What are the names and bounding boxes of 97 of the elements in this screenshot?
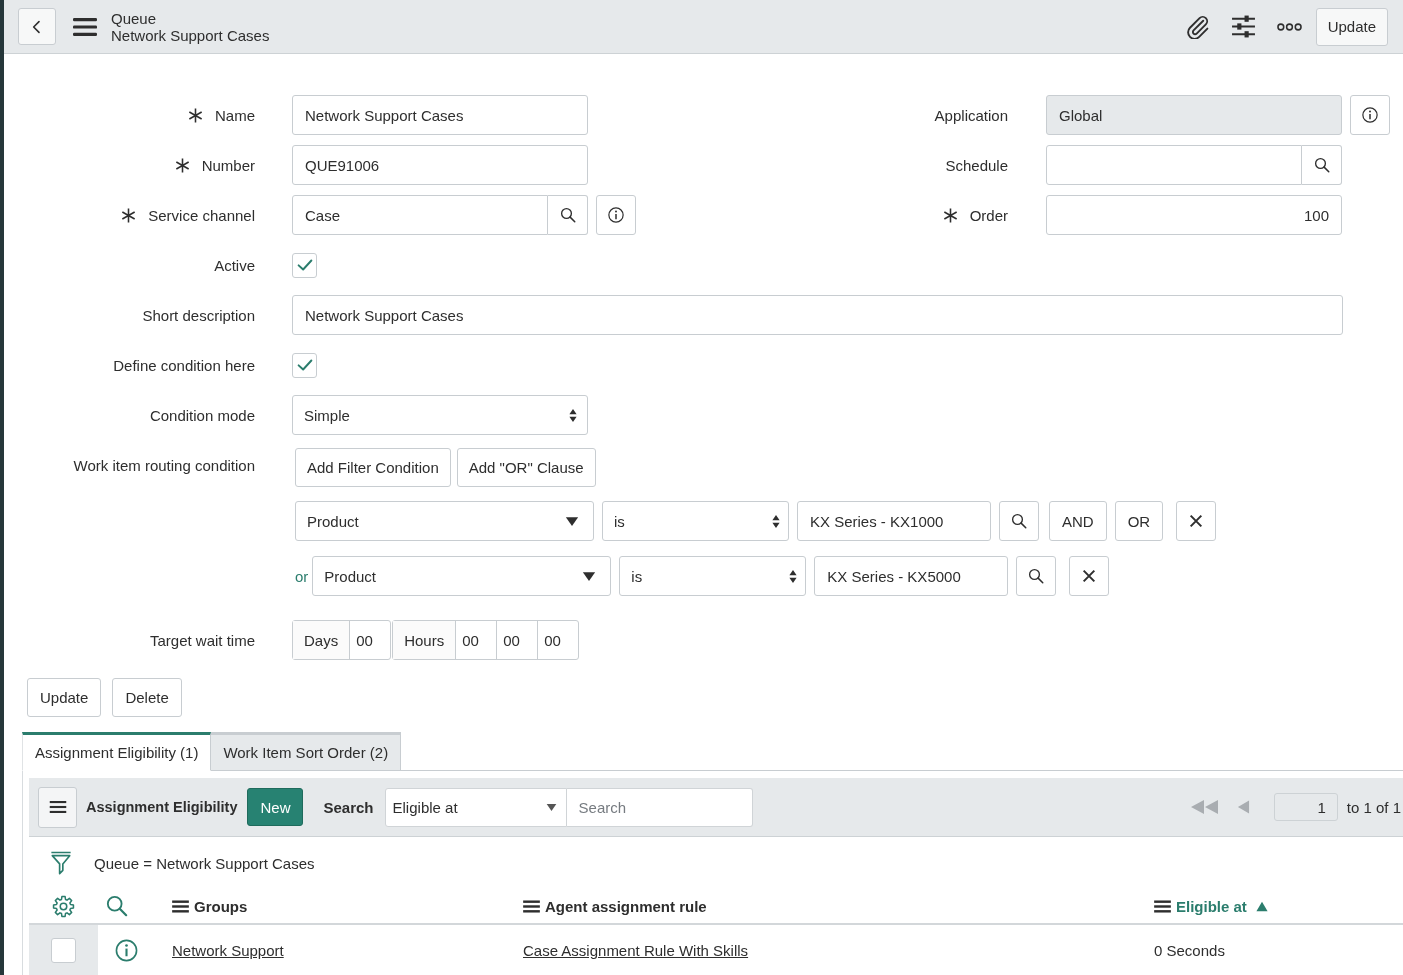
column-header[interactable]: Eligible at: [1154, 897, 1268, 915]
table-link[interactable]: Network Support: [172, 941, 284, 959]
search-label: Search: [323, 798, 374, 816]
search-button[interactable]: [1302, 145, 1342, 185]
table-cell: 0 Seconds: [1154, 941, 1225, 959]
field-label: Service channel: [148, 206, 255, 224]
list-title: Assignment Eligibility: [86, 799, 238, 815]
checkbox[interactable]: [51, 937, 76, 963]
remove-condition-button[interactable]: [1069, 556, 1110, 596]
table-link[interactable]: Case Assignment Rule With Skills: [523, 941, 749, 959]
field-label: Name: [215, 106, 255, 124]
sort-ascending-icon: [1255, 900, 1268, 912]
info-icon[interactable]: [115, 938, 138, 962]
settings-icon[interactable]: [52, 894, 75, 918]
connector-label: or: [295, 567, 309, 585]
unit-label: Days: [293, 621, 350, 659]
value-field[interactable]: KX Series - KX1000: [797, 501, 991, 541]
time-field[interactable]: 00: [496, 621, 538, 659]
record-title-label: Network Support Cases: [111, 26, 270, 44]
search-icon: [558, 206, 577, 224]
text-field[interactable]: Network Support Cases: [292, 295, 1343, 335]
filter-breadcrumb[interactable]: Queue = Network Support Cases: [94, 854, 315, 872]
filter-action-button[interactable]: Add "OR" Clause: [456, 448, 596, 487]
time-field[interactable]: 00: [537, 621, 579, 659]
field-label: Application: [934, 106, 1008, 124]
search-icon: [1312, 156, 1331, 174]
search-icon[interactable]: [106, 895, 128, 917]
select-field[interactable]: Simple: [292, 395, 588, 435]
updown-caret-icon: [569, 407, 577, 423]
condition-field-select[interactable]: Product: [295, 501, 594, 541]
tab[interactable]: Assignment Eligibility (1): [22, 732, 212, 771]
remove-condition-button[interactable]: [1176, 501, 1217, 541]
field-label: Short description: [142, 306, 255, 324]
unit-label: Hours: [393, 621, 456, 659]
caret-down-icon: [565, 515, 579, 527]
operator-select[interactable]: is: [602, 501, 789, 541]
tab[interactable]: Work Item Sort Order (2): [211, 732, 402, 771]
close-icon: [1188, 513, 1205, 529]
column-menu-icon: [523, 899, 540, 913]
search-button[interactable]: [999, 501, 1039, 541]
form-action-button[interactable]: Update: [27, 678, 102, 717]
search-button[interactable]: [548, 195, 588, 235]
filter-icon[interactable]: [50, 851, 72, 875]
page-range-label: to 1 of 1: [1346, 798, 1402, 816]
time-field[interactable]: 00: [455, 621, 497, 659]
field-label: Work item routing condition: [73, 456, 255, 476]
close-icon: [1081, 568, 1098, 584]
search-icon: [1010, 512, 1028, 530]
filter-action-button[interactable]: Add Filter Condition: [295, 448, 451, 487]
field-label: Condition mode: [149, 406, 255, 424]
info-icon: [607, 206, 625, 224]
reference-field[interactable]: [1046, 145, 1302, 185]
value-field[interactable]: KX Series - KX5000: [814, 556, 1009, 596]
info-icon: [1361, 106, 1379, 124]
field-label: Order: [969, 206, 1008, 224]
sliders-icon[interactable]: [1230, 14, 1256, 39]
updown-caret-icon: [789, 568, 798, 584]
field-label: Schedule: [945, 156, 1008, 174]
paperclip-icon[interactable]: [1184, 14, 1210, 39]
caret-down-icon: [582, 570, 597, 582]
number-field[interactable]: 100: [1046, 195, 1342, 235]
list-menu-button[interactable]: [38, 786, 77, 828]
checkbox[interactable]: [292, 252, 317, 278]
field-label: Define condition here: [113, 356, 255, 374]
search-column-select[interactable]: Eligible at: [384, 787, 567, 827]
menu-icon: [48, 798, 67, 816]
field-label: Number: [201, 156, 255, 174]
new-button[interactable]: New: [247, 788, 304, 826]
page-number-field[interactable]: 1: [1273, 793, 1338, 821]
menu-icon[interactable]: [73, 16, 97, 37]
column-menu-icon: [1154, 899, 1171, 913]
header-action-button[interactable]: Update: [1315, 7, 1388, 46]
caret-down-icon: [545, 802, 557, 812]
text-field[interactable]: Network Support Cases: [292, 95, 588, 135]
field-label: Active: [214, 256, 255, 274]
info-button[interactable]: [1350, 95, 1390, 135]
logic-button[interactable]: OR: [1114, 501, 1164, 541]
reference-field[interactable]: Case: [292, 195, 548, 235]
search-icon: [1027, 567, 1046, 585]
checkbox[interactable]: [292, 352, 317, 378]
condition-field-select[interactable]: Product: [312, 556, 612, 596]
field-label: Target wait time: [149, 631, 255, 649]
search-button[interactable]: [1016, 556, 1057, 596]
logic-button[interactable]: AND: [1049, 501, 1107, 541]
operator-select[interactable]: is: [619, 556, 807, 596]
text-field[interactable]: QUE91006: [292, 145, 588, 185]
column-header[interactable]: Groups: [172, 897, 248, 915]
info-button[interactable]: [596, 195, 636, 235]
time-field[interactable]: 00: [349, 621, 391, 659]
column-header[interactable]: Agent assignment rule: [523, 897, 707, 915]
updown-caret-icon: [772, 513, 780, 529]
column-menu-icon: [172, 899, 189, 913]
form-action-button[interactable]: Delete: [112, 678, 182, 717]
readonly-field: Global: [1046, 95, 1342, 135]
search-field[interactable]: Search: [566, 787, 753, 827]
more-icon[interactable]: [1276, 22, 1302, 31]
record-type-label: Queue: [111, 9, 158, 27]
